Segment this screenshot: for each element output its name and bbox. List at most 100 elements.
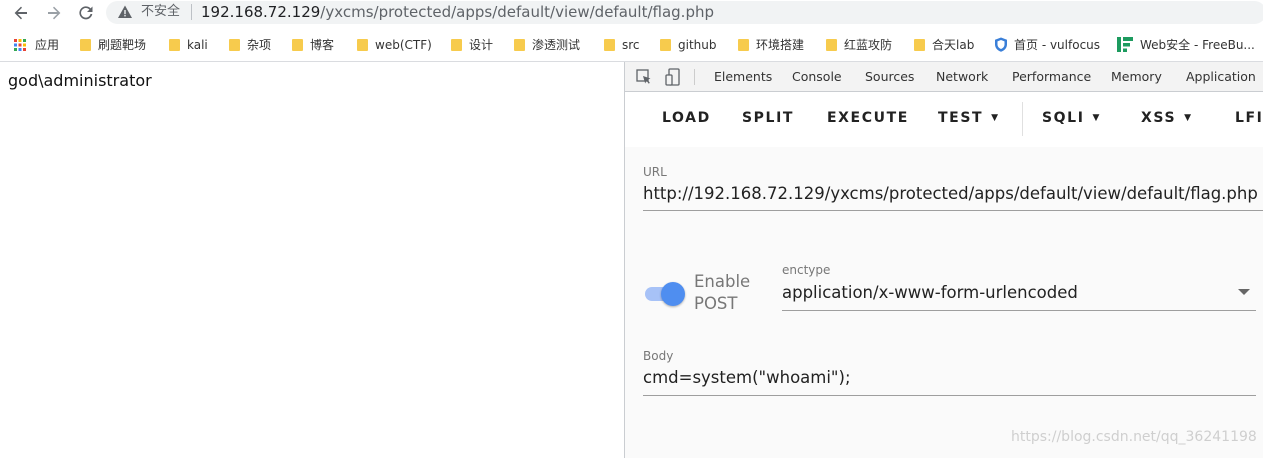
- folder-icon: [660, 39, 671, 51]
- url-field[interactable]: http://192.168.72.129/yxcms/protected/ap…: [643, 184, 1258, 203]
- address-separator: [191, 4, 192, 20]
- bookmark-folder[interactable]: 杂项: [229, 36, 271, 54]
- bookmark-label: github: [678, 38, 717, 52]
- bookmark-label: Web安全 - FreeBu...: [1140, 38, 1255, 52]
- inspect-element-icon[interactable]: [636, 69, 652, 89]
- bookmark-label: kali: [187, 38, 208, 52]
- bookmark-folder[interactable]: 合天lab: [914, 36, 974, 54]
- tab-sources[interactable]: Sources: [865, 69, 914, 84]
- devtools-panel: Elements Console Sources Network Perform…: [624, 62, 1263, 458]
- sqli-menu-button[interactable]: SQLI ▼: [1042, 110, 1101, 126]
- reload-icon[interactable]: [71, 0, 101, 26]
- body-underline: [643, 395, 1256, 396]
- bookmark-folder[interactable]: 渗透测试: [514, 36, 580, 54]
- page-output-text: god\administrator: [8, 71, 152, 90]
- url-path: /yxcms/protected/apps/default/view/defau…: [320, 3, 714, 21]
- bookmark-label: 博客: [310, 38, 335, 52]
- tab-separator: [694, 69, 695, 85]
- bookmark-folder[interactable]: 设计: [451, 36, 493, 54]
- body-field[interactable]: cmd=system("whoami");: [643, 368, 851, 387]
- back-arrow-icon[interactable]: [6, 0, 36, 26]
- request-panel: URL http://192.168.72.129/yxcms/protecte…: [625, 147, 1263, 458]
- hackbar-toolbar: LOAD SPLIT EXECUTE TEST ▼ SQLI ▼ XSS ▼ LFI: [625, 93, 1263, 147]
- xss-label: XSS: [1141, 110, 1177, 126]
- url-label: URL: [643, 165, 667, 179]
- load-button[interactable]: LOAD: [662, 110, 711, 126]
- forward-arrow-icon[interactable]: [39, 0, 69, 26]
- chevron-down-icon: ▼: [1184, 113, 1193, 123]
- xss-menu-button[interactable]: XSS ▼: [1141, 110, 1193, 126]
- split-button[interactable]: SPLIT: [742, 110, 794, 126]
- bookmark-folder[interactable]: 刷题靶场: [80, 36, 146, 54]
- tab-performance[interactable]: Performance: [1012, 69, 1091, 84]
- bookmark-folder[interactable]: web(CTF): [357, 36, 432, 54]
- bookmark-label: src: [622, 38, 640, 52]
- bookmark-label: 环境搭建: [756, 38, 805, 52]
- address-url[interactable]: 192.168.72.129/yxcms/protected/apps/defa…: [201, 2, 714, 22]
- tab-application[interactable]: Application: [1186, 69, 1256, 84]
- enctype-select[interactable]: application/x-www-form-urlencoded: [782, 283, 1078, 302]
- watermark: https://blog.csdn.net/qq_36241198: [1011, 429, 1257, 445]
- folder-icon: [451, 39, 462, 51]
- bookmark-folder[interactable]: kali: [169, 36, 208, 54]
- browser-toolbar: 不安全 192.168.72.129/yxcms/protected/apps/…: [0, 0, 1263, 26]
- chevron-down-icon: ▼: [991, 113, 1000, 123]
- bookmark-label: 应用: [35, 38, 60, 52]
- test-menu-button[interactable]: TEST ▼: [938, 110, 1000, 126]
- folder-icon: [80, 39, 91, 51]
- folder-icon: [738, 39, 749, 51]
- devtools-tab-bar: Elements Console Sources Network Perform…: [625, 62, 1263, 92]
- bookmark-folder[interactable]: github: [660, 36, 716, 54]
- bookmark-apps[interactable]: 应用: [14, 36, 59, 54]
- tab-elements[interactable]: Elements: [714, 69, 772, 84]
- enable-post-line2: POST: [694, 294, 738, 313]
- shield-icon: [994, 37, 1008, 57]
- url-host: 192.168.72.129: [201, 3, 321, 21]
- bookmark-label: 红蓝攻防: [844, 38, 893, 52]
- bookmark-folder[interactable]: src: [604, 36, 640, 54]
- bookmark-label: 合天lab: [932, 38, 975, 52]
- folder-icon: [914, 39, 925, 51]
- bookmark-label: 渗透测试: [532, 38, 581, 52]
- bookmark-label: 刷题靶场: [98, 38, 147, 52]
- enctype-label: enctype: [782, 263, 831, 277]
- apps-grid-icon: [14, 38, 26, 56]
- execute-button[interactable]: EXECUTE: [827, 110, 909, 126]
- tab-network[interactable]: Network: [936, 69, 988, 84]
- bookmark-label: web(CTF): [375, 38, 432, 52]
- bookmark-folder[interactable]: 环境搭建: [738, 36, 804, 54]
- url-underline: [643, 210, 1263, 211]
- sqli-label: SQLI: [1042, 110, 1085, 126]
- chevron-down-icon: ▼: [1092, 113, 1102, 123]
- tab-memory[interactable]: Memory: [1111, 69, 1162, 84]
- test-label: TEST: [938, 110, 984, 126]
- toolbar-separator: [1022, 102, 1023, 136]
- bookmark-label: 杂项: [247, 38, 272, 52]
- lfi-menu-button[interactable]: LFI: [1235, 110, 1263, 126]
- insecure-label[interactable]: 不安全: [141, 3, 180, 21]
- folder-icon: [169, 39, 180, 51]
- enable-post-line1: Enable: [694, 272, 751, 291]
- bookmark-label: 设计: [469, 38, 494, 52]
- folder-icon: [292, 39, 303, 51]
- folder-icon: [604, 39, 615, 51]
- enctype-underline: [782, 310, 1256, 311]
- folder-icon: [229, 39, 240, 51]
- dropdown-arrow-icon[interactable]: [1238, 289, 1250, 295]
- device-toolbar-icon[interactable]: [665, 68, 681, 90]
- tab-console[interactable]: Console: [792, 69, 842, 84]
- bookmark-label: 首页 - vulfocus: [1014, 38, 1101, 52]
- bookmark-vulfocus[interactable]: 首页 - vulfocus: [994, 36, 1100, 54]
- body-label: Body: [643, 349, 674, 363]
- bookmark-folder[interactable]: 博客: [292, 36, 334, 54]
- bookmarks-bar: 应用 刷题靶场 kali 杂项 博客 web(CTF) 设计 渗透测试 src …: [0, 30, 1263, 60]
- bookmark-folder[interactable]: 红蓝攻防: [826, 36, 892, 54]
- enable-post-label: Enable POST: [694, 271, 750, 315]
- bookmark-freebuf[interactable]: Web安全 - FreeBu...: [1117, 36, 1255, 54]
- folder-icon: [826, 39, 837, 51]
- folder-icon: [357, 39, 368, 51]
- freebuf-icon: [1117, 37, 1133, 57]
- warning-triangle-icon[interactable]: [117, 4, 133, 20]
- enable-post-toggle-knob[interactable]: [661, 282, 685, 306]
- folder-icon: [514, 39, 525, 51]
